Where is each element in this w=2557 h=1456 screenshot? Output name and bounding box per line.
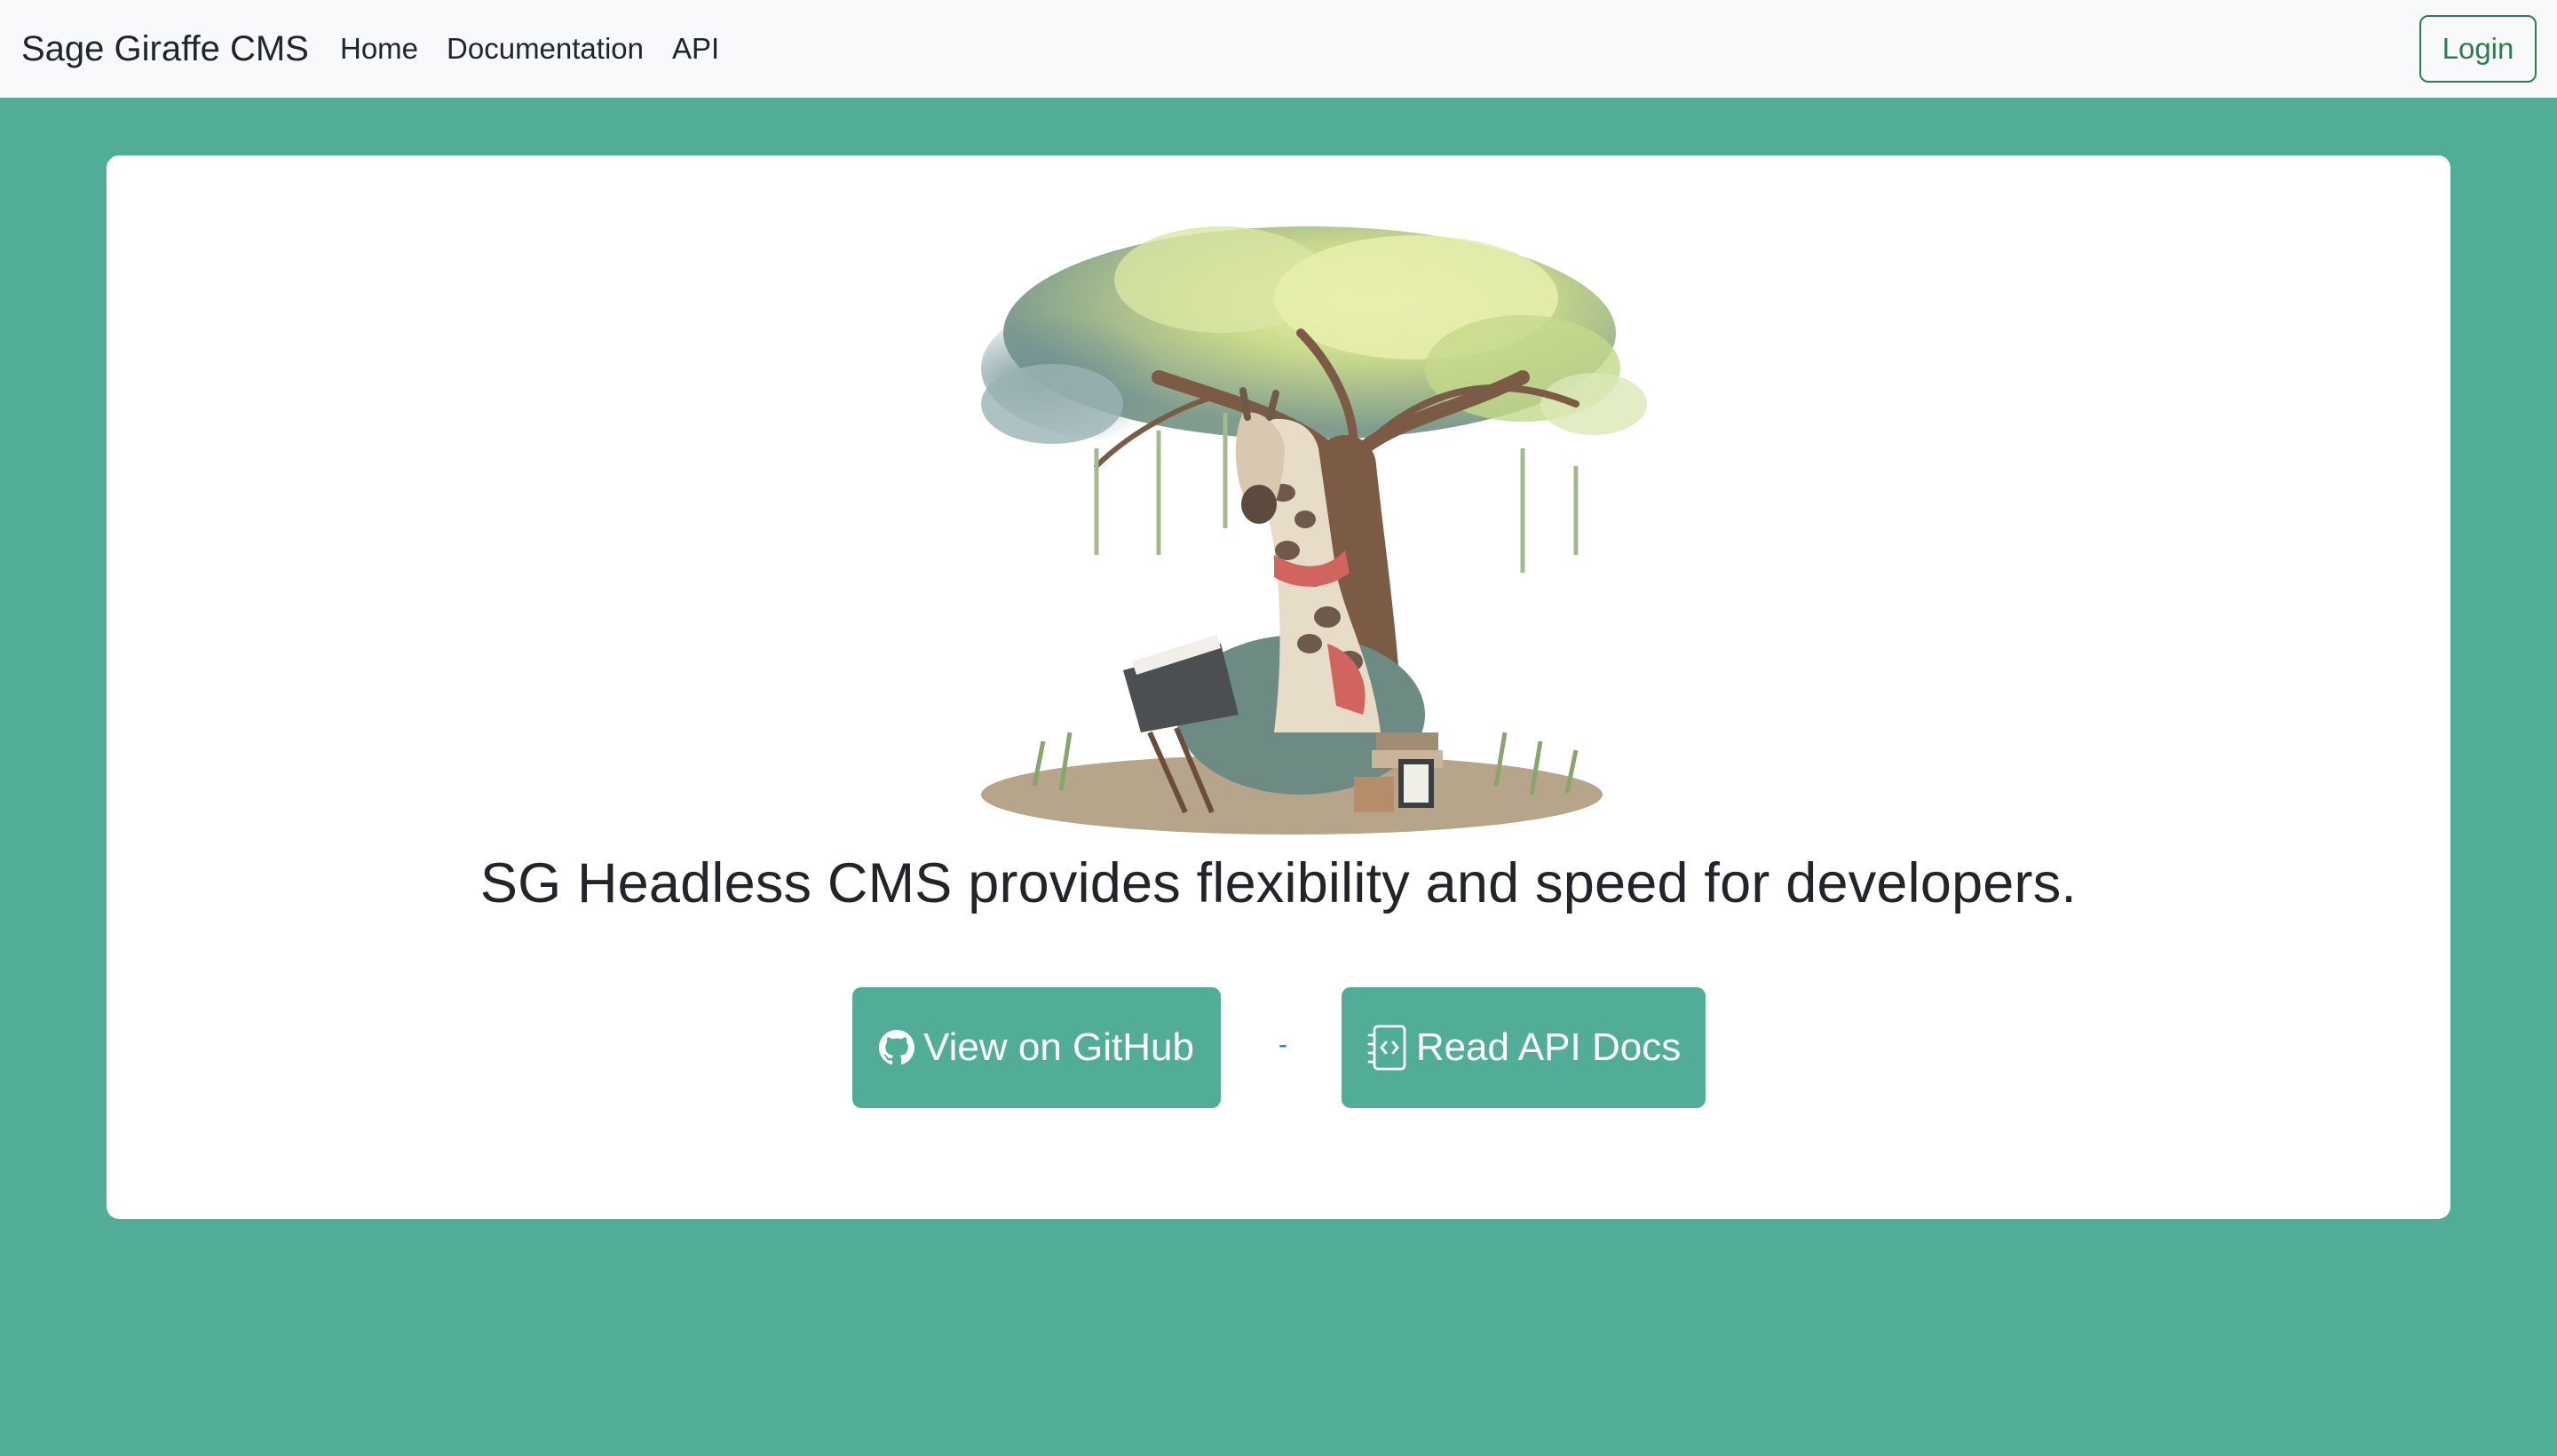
view-on-github-button[interactable]: View on GitHub	[852, 987, 1221, 1108]
hero-headline: SG Headless CMS provides flexibility and…	[479, 852, 2078, 914]
button-separator: -	[1278, 1030, 1287, 1059]
brand-link[interactable]: Sage Giraffe CMS	[21, 25, 309, 73]
read-api-docs-button[interactable]: Read API Docs	[1342, 987, 1706, 1108]
tree-canopy	[981, 226, 1647, 444]
nav-link-api[interactable]: API	[672, 27, 719, 71]
view-on-github-label: View on GitHub	[923, 1025, 1194, 1069]
nav-links: Home Documentation API	[340, 27, 748, 71]
login-button[interactable]: Login	[2419, 15, 2537, 83]
hero-illustration	[981, 226, 1647, 835]
api-docs-icon	[1366, 1025, 1407, 1071]
nav-link-documentation[interactable]: Documentation	[447, 27, 644, 71]
github-icon	[879, 1030, 915, 1065]
hero-card: SG Headless CMS provides flexibility and…	[107, 155, 2450, 1219]
nav-link-home[interactable]: Home	[340, 27, 418, 71]
read-api-docs-label: Read API Docs	[1415, 1025, 1682, 1069]
top-navbar: Sage Giraffe CMS Home Documentation API …	[0, 0, 2557, 98]
cta-row: View on GitHub - Read API Docs	[107, 987, 2450, 1108]
